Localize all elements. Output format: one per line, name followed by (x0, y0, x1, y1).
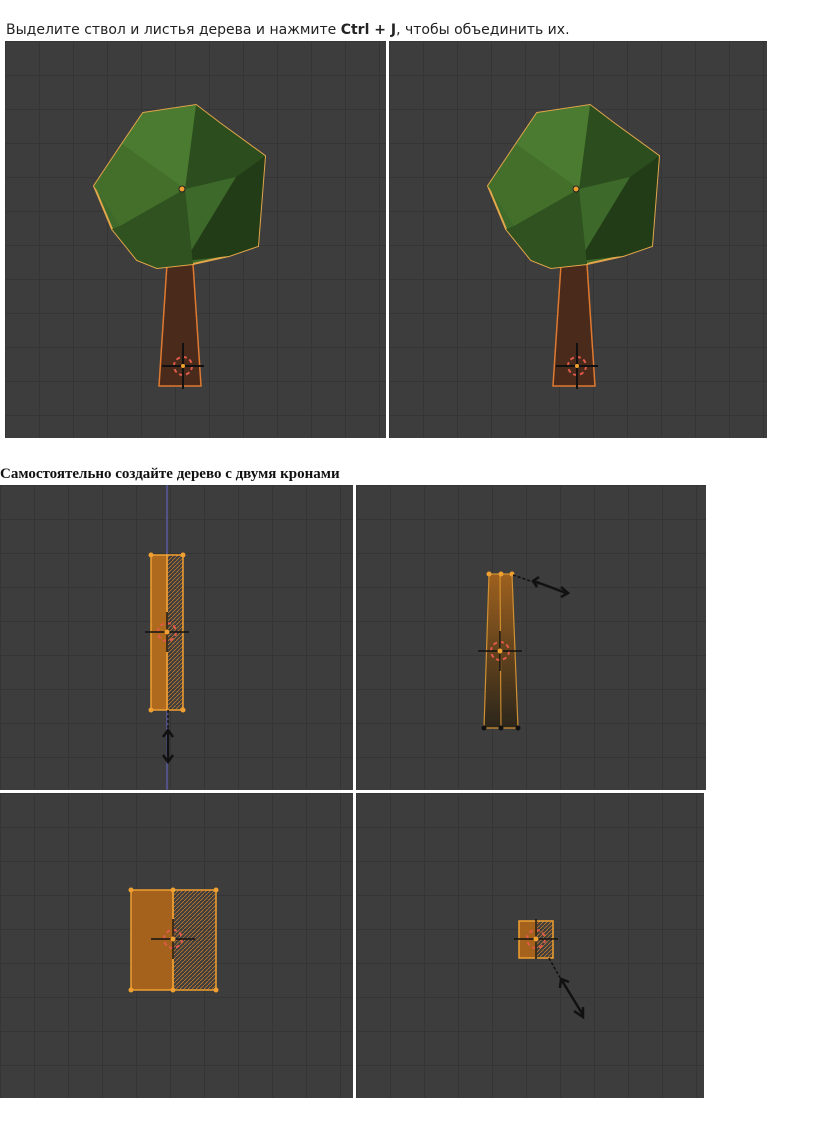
viewport-trunk-taper[interactable] (356, 485, 706, 790)
trunk-side-illustration (128, 887, 219, 993)
tree-trunk (552, 263, 596, 387)
tree-right-illustration (486, 103, 661, 389)
viewport-trunk-top[interactable] (356, 793, 704, 1098)
scale-arrows-icon (558, 977, 585, 1020)
viewport-tree-left[interactable] (5, 41, 386, 438)
viewport-trunk-side[interactable] (0, 793, 353, 1098)
instruction-after: , чтобы объединить их. (396, 22, 570, 38)
trunk-front-illustration (145, 485, 189, 790)
instruction-text: Выделите ствол и листья дерева и нажмите… (6, 22, 570, 38)
crown-origin-dot (572, 185, 580, 193)
trunk-top-illustration (514, 919, 585, 1020)
instruction-before: Выделите ствол и листья дерева и нажмите (6, 22, 341, 38)
move-arrows-icon (161, 727, 175, 765)
tree-left-illustration (92, 103, 267, 389)
viewport-trunk-front[interactable] (0, 485, 353, 790)
task-heading: Самостоятельно создайте дерево с двумя к… (0, 466, 340, 482)
crown-origin-dot (178, 185, 186, 193)
shortcut-ctrl-j: Ctrl + J (340, 22, 397, 38)
scale-arrows-icon (531, 575, 571, 599)
tree-trunk (158, 263, 202, 387)
trunk-taper-illustration (478, 571, 571, 731)
viewport-tree-right[interactable] (389, 41, 767, 438)
